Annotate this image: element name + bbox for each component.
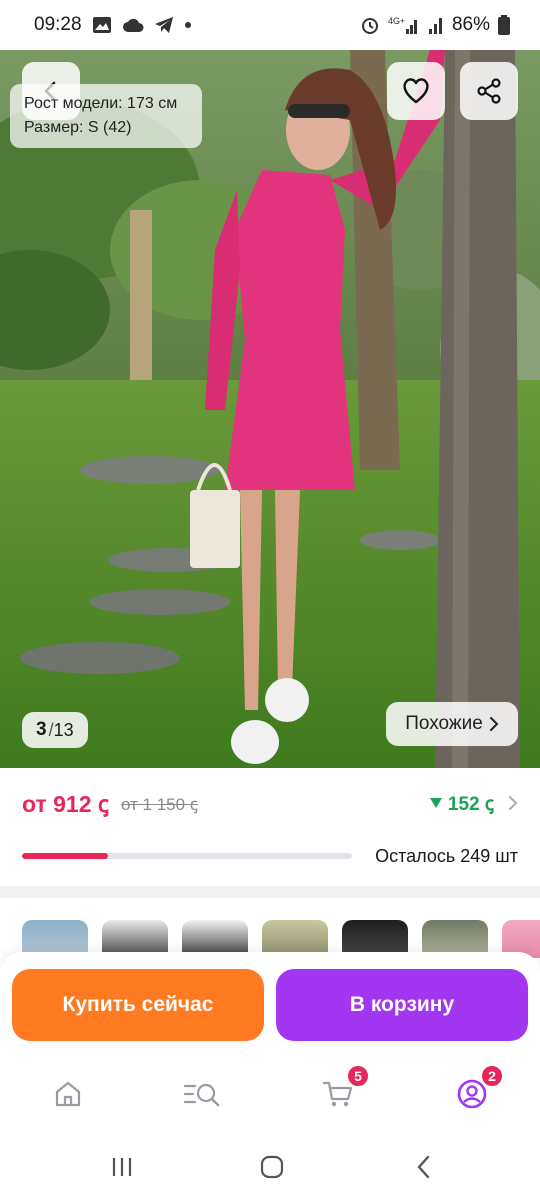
stock-progress-fill: [22, 853, 108, 859]
share-button[interactable]: [460, 62, 518, 120]
favorite-button[interactable]: [387, 62, 445, 120]
status-bar: 09:28 4G+ 86%: [0, 0, 540, 50]
similar-label: Похожие: [405, 713, 483, 734]
photo-counter: 3 / 13: [22, 712, 88, 748]
signal-icon: [428, 15, 444, 35]
catalog-search-icon: [183, 1083, 220, 1107]
cloud-icon: [122, 17, 144, 33]
nav-home[interactable]: [48, 1074, 88, 1114]
cart-badge: 5: [346, 1064, 370, 1088]
add-to-cart-button[interactable]: В корзину: [276, 969, 528, 1041]
price-row[interactable]: от 912 ꞔ от 1 150 ꞔ 152 ꞔ: [22, 788, 518, 818]
section-divider: [0, 886, 540, 898]
price-old: от 1 150 ꞔ: [120, 794, 198, 814]
chevron-right-icon: [489, 717, 499, 731]
price-card: от 912 ꞔ от 1 150 ꞔ 152 ꞔ Осталось 249 ш…: [0, 768, 540, 886]
buy-now-button[interactable]: Купить сейчас: [12, 969, 264, 1041]
variant-thumbnails: [0, 898, 540, 958]
stock-progress-bar: [22, 853, 352, 859]
product-photo: [0, 50, 540, 768]
recent-apps-button[interactable]: [102, 1152, 142, 1182]
action-bar: Купить сейчас В корзину: [0, 952, 540, 1052]
cashback-value: 152 ꞔ: [447, 794, 494, 815]
stock-row: Осталось 249 шт: [22, 846, 518, 866]
stock-label: Осталось 249 шт: [375, 845, 518, 866]
telegram-icon: [154, 16, 174, 34]
clock: 09:28: [34, 14, 82, 35]
home-icon: [55, 1081, 81, 1107]
battery-icon: [498, 15, 510, 35]
price-current: от 912 ꞔ: [22, 791, 109, 817]
svg-text:4G+: 4G+: [388, 16, 405, 26]
back-system-button[interactable]: [404, 1152, 444, 1182]
dot-icon: [184, 21, 192, 29]
nav-profile[interactable]: 2: [452, 1064, 504, 1114]
battery-percent: 86%: [451, 14, 490, 35]
nav-catalog[interactable]: [182, 1074, 222, 1114]
home-system-button[interactable]: [252, 1152, 292, 1182]
photo-current: 3: [36, 719, 47, 740]
product-gallery[interactable]: Рост модели: 173 см Размер: S (42) 3 / 1…: [0, 50, 540, 768]
model-height: Рост модели: 173 см: [24, 95, 178, 112]
down-triangle-icon: [429, 798, 442, 808]
similar-button[interactable]: Похожие: [386, 702, 518, 746]
nav-cart[interactable]: 5: [318, 1064, 370, 1114]
share-icon: [477, 78, 501, 104]
photo-total: 13: [53, 719, 74, 740]
model-info: Рост модели: 173 см Размер: S (42): [10, 84, 202, 148]
alarm-icon: [360, 15, 380, 35]
heart-icon: [403, 78, 429, 104]
cashback: 152 ꞔ: [429, 790, 494, 816]
signal-4g-icon: 4G+: [388, 15, 420, 35]
profile-badge: 2: [480, 1064, 504, 1088]
recent-apps-icon: [112, 1158, 132, 1176]
chevron-right-icon: [509, 796, 518, 810]
bottom-navigation: 5 2: [0, 1052, 540, 1132]
system-navigation: [0, 1132, 540, 1200]
image-notification-icon: [92, 16, 112, 34]
back-arrow-icon: [417, 1155, 430, 1179]
home-circle-icon: [260, 1155, 284, 1179]
model-size: Размер: S (42): [24, 119, 132, 136]
